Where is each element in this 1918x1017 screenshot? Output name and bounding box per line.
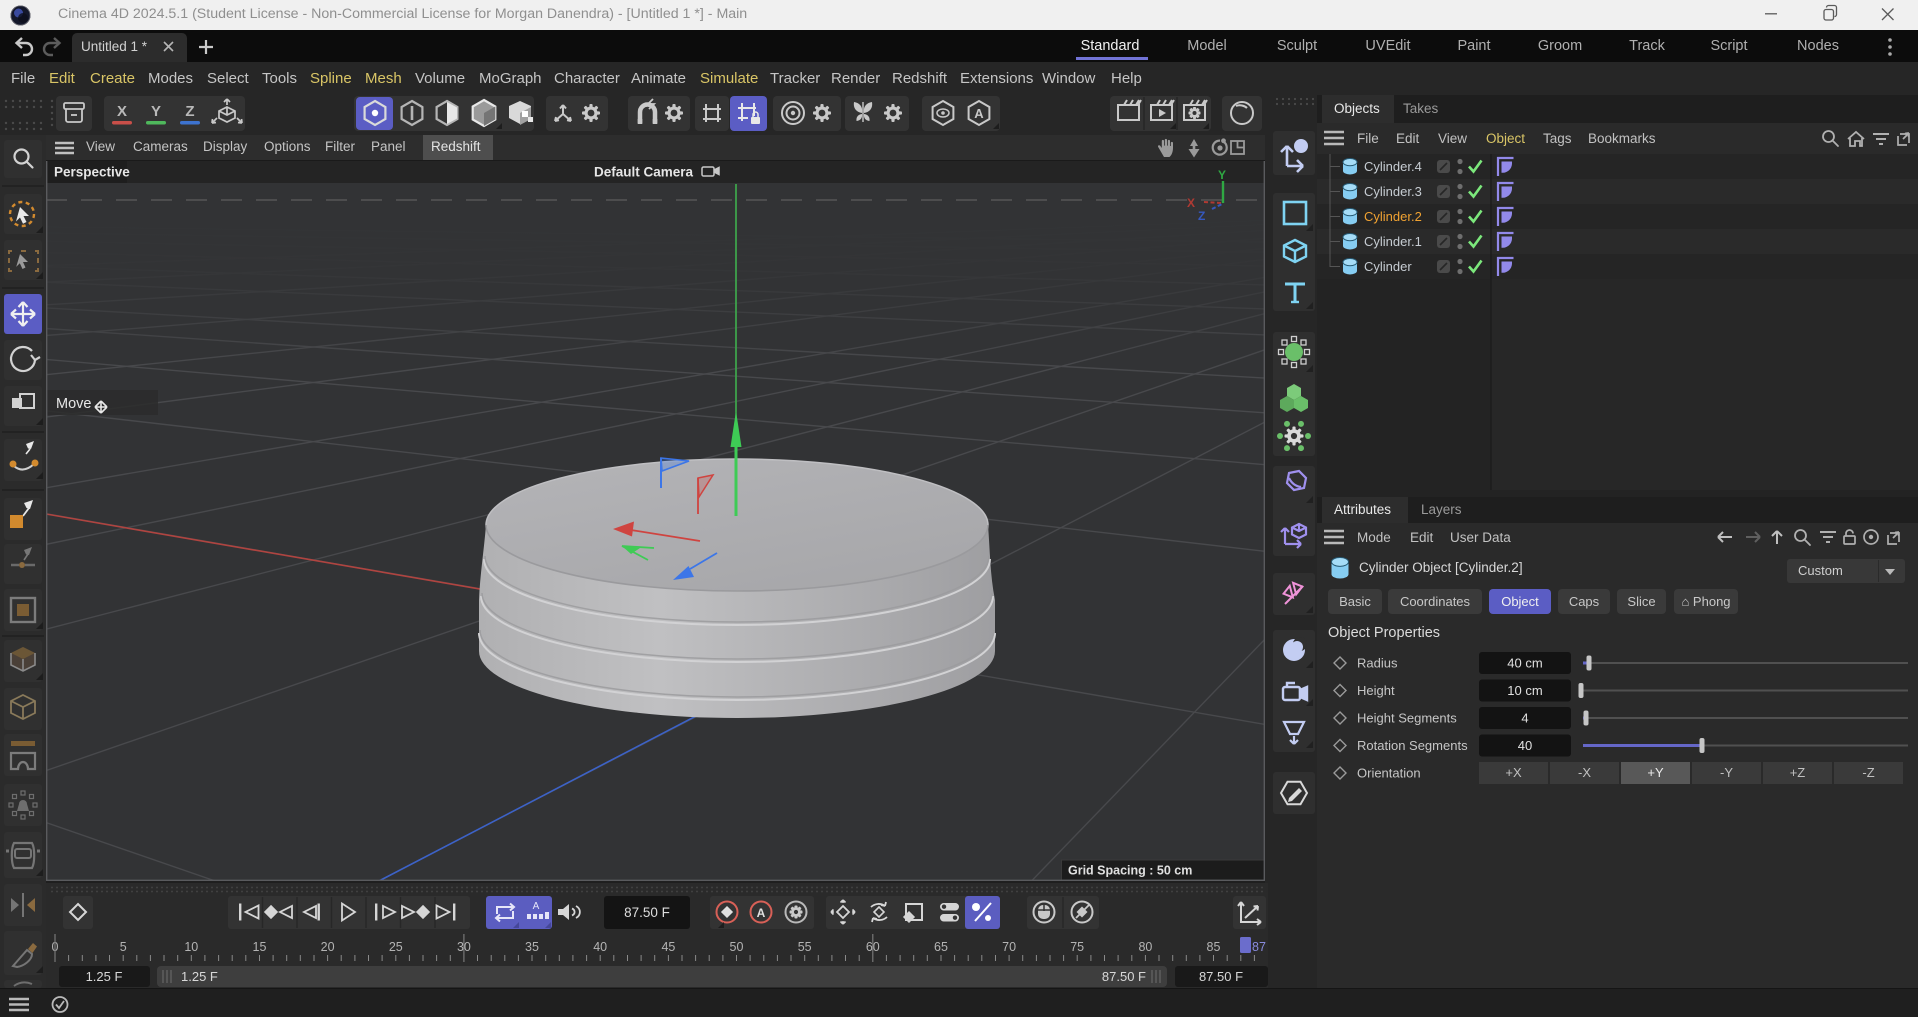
svg-text:85: 85 <box>1207 940 1221 954</box>
svg-text:Cylinder.2: Cylinder.2 <box>1364 209 1422 224</box>
svg-text:10 cm: 10 cm <box>1507 683 1542 698</box>
svg-text:5: 5 <box>120 940 127 954</box>
svg-text:25: 25 <box>389 940 403 954</box>
svg-text:70: 70 <box>1002 940 1016 954</box>
svg-text:Z: Z <box>1198 209 1205 223</box>
svg-text:Cylinder.3: Cylinder.3 <box>1364 184 1422 199</box>
svg-text:50: 50 <box>730 940 744 954</box>
svg-text:87.50 F: 87.50 F <box>1102 969 1146 984</box>
svg-text:Height Segments: Height Segments <box>1357 711 1457 726</box>
svg-text:87.50 F: 87.50 F <box>1199 969 1243 984</box>
svg-text:A: A <box>533 901 540 912</box>
svg-text:40: 40 <box>593 940 607 954</box>
svg-text:87: 87 <box>1252 940 1266 954</box>
svg-text:Height: Height <box>1357 683 1395 698</box>
svg-text:Grid Spacing : 50 cm: Grid Spacing : 50 cm <box>1068 864 1192 878</box>
svg-text:45: 45 <box>661 940 675 954</box>
svg-text:15: 15 <box>253 940 267 954</box>
svg-text:Perspective: Perspective <box>54 165 130 180</box>
svg-text:80: 80 <box>1138 940 1152 954</box>
svg-text:Z: Z <box>185 103 194 120</box>
svg-text:Y: Y <box>151 103 161 120</box>
svg-text:40: 40 <box>1518 738 1532 753</box>
svg-text:20: 20 <box>321 940 335 954</box>
svg-text:65: 65 <box>934 940 948 954</box>
svg-text:Rotation Segments: Rotation Segments <box>1357 738 1468 753</box>
svg-text:X: X <box>117 103 127 120</box>
svg-text:4: 4 <box>1521 711 1528 726</box>
svg-text:Cylinder.4: Cylinder.4 <box>1364 159 1422 174</box>
svg-text:Y: Y <box>1218 168 1226 182</box>
svg-text:Default Camera: Default Camera <box>594 165 694 180</box>
svg-text:Cylinder: Cylinder <box>1364 259 1412 274</box>
svg-text:X: X <box>1187 196 1195 210</box>
svg-text:35: 35 <box>525 940 539 954</box>
svg-text:1.25 F: 1.25 F <box>181 969 218 984</box>
svg-text:40 cm: 40 cm <box>1507 656 1542 671</box>
svg-text:75: 75 <box>1070 940 1084 954</box>
svg-text:Move: Move <box>56 396 91 412</box>
svg-text:Cylinder.1: Cylinder.1 <box>1364 234 1422 249</box>
svg-text:55: 55 <box>798 940 812 954</box>
svg-text:Radius: Radius <box>1357 656 1398 671</box>
svg-text:10: 10 <box>184 940 198 954</box>
svg-text:87.50 F: 87.50 F <box>624 905 670 920</box>
svg-text:A: A <box>974 106 984 121</box>
svg-text:A: A <box>757 906 766 920</box>
svg-text:1.25 F: 1.25 F <box>86 969 123 984</box>
svg-text:Orientation: Orientation <box>1357 766 1421 781</box>
